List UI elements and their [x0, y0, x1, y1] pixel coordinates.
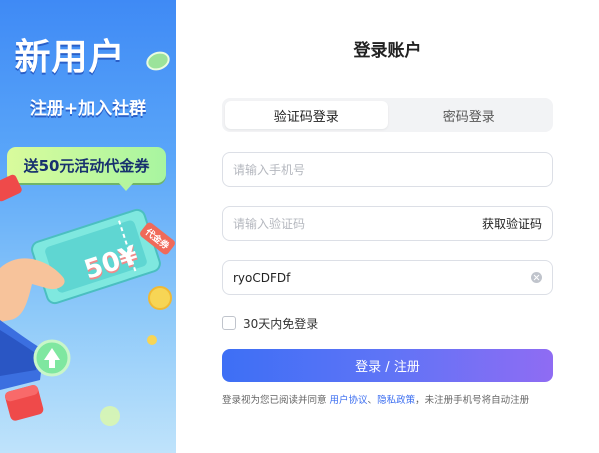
agreement-text: 登录视为您已阅读并同意 用户协议、隐私政策，未注册手机号将自动注册: [222, 392, 562, 406]
promo-banner: 新用户 注册+加入社群 送50元活动代金券 50¥ 代金券: [0, 0, 176, 453]
banner-title: 新用户: [14, 37, 126, 78]
agreement-prefix: 登录视为您已阅读并同意: [222, 395, 330, 406]
tab-password-login[interactable]: 密码登录: [388, 101, 551, 129]
code-input[interactable]: [233, 216, 482, 231]
captcha-field: [222, 260, 553, 295]
remember-label[interactable]: 30天内免登录: [243, 315, 318, 332]
page-title: 登录账户: [353, 41, 422, 61]
agreement-suffix: ，未注册手机号将自动注册: [415, 395, 530, 406]
remember-checkbox[interactable]: [222, 316, 236, 330]
remember-me: 30天内免登录: [222, 315, 318, 331]
banner-subtitle: 注册+加入社群: [29, 99, 147, 119]
code-field: 获取验证码: [222, 206, 553, 241]
login-method-tabs: 验证码登录 密码登录: [222, 98, 553, 132]
tab-code-login[interactable]: 验证码登录: [225, 101, 388, 129]
voucher-badge: 送50元活动代金券: [7, 147, 166, 183]
phone-field: [222, 152, 553, 187]
coin-icon: [143, 48, 173, 74]
clear-icon[interactable]: [531, 272, 542, 283]
user-agreement-link[interactable]: 用户协议: [330, 395, 368, 406]
privacy-policy-link[interactable]: 隐私政策: [377, 395, 415, 406]
agreement-separator: 、: [367, 395, 378, 406]
phone-input[interactable]: [233, 162, 542, 177]
login-page: 新用户 注册+加入社群 送50元活动代金券 50¥ 代金券 登录账户 验证码登录…: [0, 0, 599, 453]
login-register-button[interactable]: 登录 / 注册: [222, 349, 553, 382]
voucher-illustration: [0, 208, 172, 426]
get-code-button[interactable]: 获取验证码: [482, 215, 542, 232]
captcha-input[interactable]: [233, 270, 531, 285]
